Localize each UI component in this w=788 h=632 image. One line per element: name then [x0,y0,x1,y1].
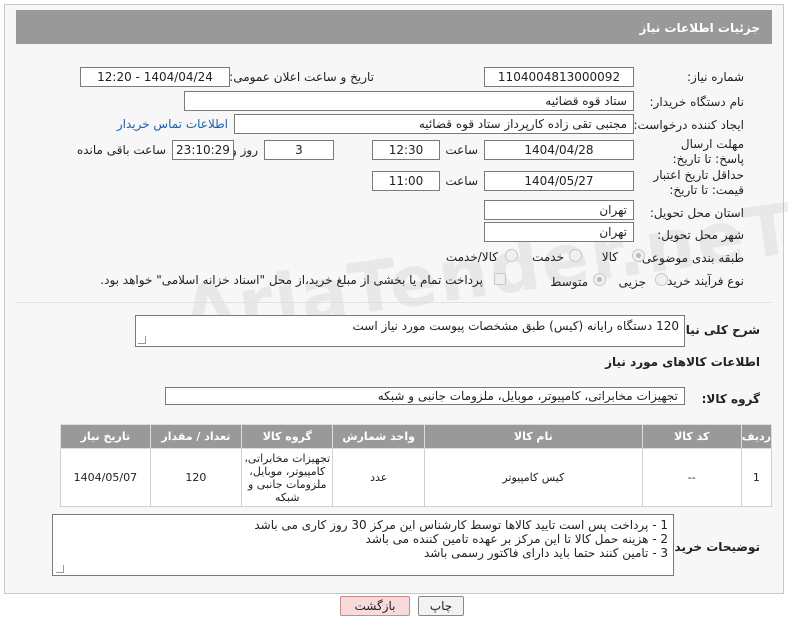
days-label: روز و [231,143,258,157]
table-row: 1 -- کیس کامپیوتر عدد تجهیزات مخابراتی، … [60,448,773,507]
cell-group: تجهیزات مخابراتی، کامپیوتر، موبایل، ملزو… [241,448,334,507]
price-validity-label: حداقل تاریخ اعتبار قیمت: تا تاریخ: [653,168,744,197]
remaining-label: ساعت باقی مانده [76,143,166,157]
need-number-label: شماره نیاز: [687,70,744,84]
process-label: نوع فرآیند خرید : [659,274,744,288]
remaining-time-field: 23:10:29 [172,140,234,160]
col-date-header: تاریخ نیاز [60,424,151,449]
description-label: شرح کلی نیاز: [674,323,760,337]
cell-qty: 120 [149,448,243,507]
category-goods-label: کالا [601,250,618,264]
category-service-label: خدمت [532,250,564,264]
category-goods-radio[interactable] [632,249,645,262]
days-field: 3 [264,140,334,160]
print-button[interactable]: چاپ [418,596,464,616]
price-time-label: ساعت [445,174,478,188]
reply-time-field: 12:30 [372,140,440,160]
city-label: شهر محل تحویل: [657,228,744,242]
process-partial-label: جزیی [618,275,646,289]
creator-field: مجتبی تقی زاده کارپرداز ستاد قوه قضائیه [234,114,634,134]
cell-name: کیس کامپیوتر [423,448,643,507]
buyer-note-line: 3 - تامین کنند حتما باید دارای فاکتور رس… [423,546,668,560]
price-date-field: 1404/05/27 [484,171,634,191]
process-partial-radio[interactable] [655,273,668,286]
col-qty-header: تعداد / مقدار [149,424,243,449]
reply-deadline-label: مهلت ارسال پاسخ: تا تاریخ: [672,137,744,166]
treasury-payment-checkbox[interactable] [494,273,506,285]
col-group-header: گروه کالا [241,424,334,449]
page-title: جزئیات اطلاعات نیاز [16,10,772,44]
category-service-radio[interactable] [569,249,582,262]
announce-field: 1404/04/24 - 12:20 [80,67,230,87]
col-row-header: ردیف [740,424,773,449]
reply-date-field: 1404/04/28 [484,140,634,160]
goods-section-title: اطلاعات کالاهای مورد نیاز [605,355,760,369]
buyer-org-field: ستاد قوه قضائیه [184,91,634,111]
need-number-field: 1104004813000092 [484,67,634,87]
province-label: استان محل تحویل: [649,206,744,220]
buyer-note-line: 1 - پرداخت پس است تایید کالاها توسط کارش… [254,518,668,532]
buyer-org-label: نام دستگاه خریدار: [649,95,745,109]
process-medium-label: متوسط [550,275,588,289]
city-field: تهران [484,222,634,242]
process-medium-radio[interactable] [593,273,606,286]
reply-time-label: ساعت [445,143,478,157]
col-name-header: نام کالا [423,424,643,449]
col-code-header: کد کالا [641,424,742,449]
description-text: 120 دستگاه رایانه (کیس) طبق مشخصات پیوست… [135,315,685,347]
buyer-note-line: 2 - هزینه حمل کالا تا این مرکز بر عهده ت… [365,532,668,546]
items-table: ردیف کد کالا نام کالا واحد شمارش گروه کا… [60,424,773,507]
payment-note: پرداخت تمام یا بخشی از مبلغ خرید،از محل … [100,273,483,287]
cell-date: 1404/05/07 [60,448,151,507]
announce-label: تاریخ و ساعت اعلان عمومی: [229,70,374,84]
cell-unit: عدد [332,448,425,507]
col-unit-header: واحد شمارش [332,424,425,449]
cell-code: -- [641,448,742,507]
price-time-field: 11:00 [372,171,440,191]
back-button[interactable]: بازگشت [340,596,410,616]
divider [16,302,772,303]
resize-handle[interactable] [56,565,64,573]
contact-link[interactable]: اطلاعات تماس خریدار [117,117,228,131]
goods-group-label: گروه کالا: [701,392,760,406]
goods-group-field: تجهیزات مخابراتی، کامپیوتر، موبایل، ملزو… [165,387,685,405]
buyer-notes-box: 1 - پرداخت پس است تایید کالاها توسط کارش… [52,514,674,576]
creator-label: ایجاد کننده درخواست: [633,118,744,132]
province-field: تهران [484,200,634,220]
category-both-label: کالا/خدمت [445,250,498,264]
category-label: طبقه بندی موضوعی: [637,251,744,265]
resize-handle[interactable] [138,336,146,344]
category-both-radio[interactable] [505,249,518,262]
cell-row: 1 [740,448,773,507]
table-header-row: ردیف کد کالا نام کالا واحد شمارش گروه کا… [60,424,773,449]
